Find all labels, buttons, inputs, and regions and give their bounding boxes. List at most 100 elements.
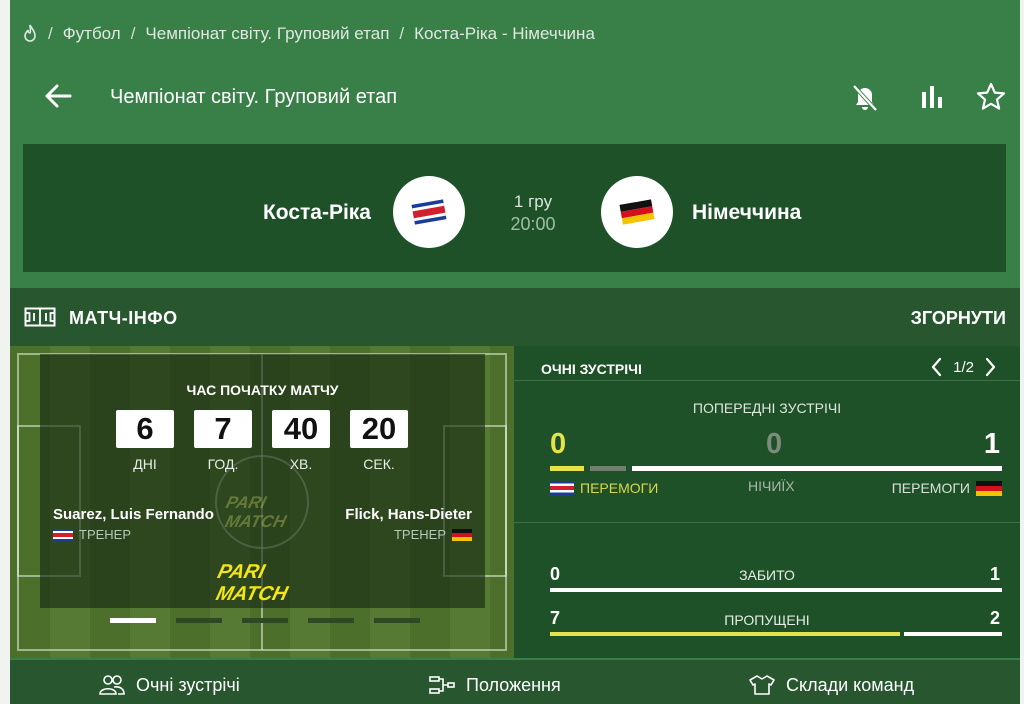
home-team-name[interactable]: Коста-Ріка — [263, 201, 371, 225]
home-coach-role: ТРЕНЕР — [53, 527, 131, 542]
conceded-label: ПРОПУЩЕНІ — [724, 612, 810, 628]
costa-rica-flag-icon — [53, 528, 73, 541]
away-wins-bar — [632, 466, 1002, 471]
parimatch-logo: PARI MATCH — [214, 561, 290, 604]
costa-rica-flag-icon — [411, 199, 447, 225]
countdown-overlay: ЧАС ПОЧАТКУ МАТЧУ 6 7 40 20 ДНІ ГОД. ХВ.… — [40, 354, 485, 608]
home-wins-caption: ПЕРЕМОГИ — [550, 480, 658, 496]
home-team-badge[interactable] — [393, 176, 465, 248]
hours-label: ГОД. — [207, 456, 239, 472]
carousel-indicators — [110, 618, 420, 623]
home-wins-count: 0 — [550, 428, 567, 460]
countdown-title: ЧАС ПОЧАТКУ МАТЧУ — [186, 382, 339, 398]
countdown-days: 6 — [116, 410, 174, 448]
conceded-away-bar — [904, 632, 1002, 636]
logo-text-match: MATCH — [214, 583, 290, 604]
draws-label: НІЧИЇХ — [748, 478, 795, 494]
scored-label: ЗАБИТО — [739, 567, 795, 583]
previous-meetings-title: ПОПЕРЕДНІ ЗУСТРІЧІ — [692, 400, 842, 416]
breadcrumb-separator: / — [130, 24, 136, 43]
head-to-head-panel: ОЧНІ ЗУСТРІЧІ 1/2 ПОПЕРЕДНІ ЗУСТРІЧІ 0 0… — [514, 346, 1020, 658]
carousel-dot[interactable] — [242, 618, 288, 623]
bottom-tabs: Очні зустрічі Положення Склади команд — [10, 660, 1020, 704]
tab-head-to-head-label: Очні зустрічі — [136, 674, 240, 695]
days-label: ДНІ — [133, 456, 157, 472]
away-coach-role-label: ТРЕНЕР — [393, 527, 446, 542]
conceded-home: 7 — [550, 608, 561, 628]
match-info-bar: МАТЧ-ІНФО ЗГОРНУТИ — [10, 288, 1020, 346]
minutes-label: ХВ. — [289, 456, 313, 472]
home-wins-label: ПЕРЕМОГИ — [580, 480, 659, 496]
carousel-dot[interactable] — [176, 618, 222, 623]
people-icon — [99, 675, 125, 695]
tab-head-to-head[interactable]: Очні зустрічі — [98, 674, 240, 696]
home-wins-bar — [550, 466, 584, 471]
chevron-left-icon[interactable] — [929, 356, 945, 378]
divider — [514, 522, 1020, 523]
match-round: 1 гру — [513, 192, 553, 211]
bar-chart-icon[interactable] — [916, 80, 950, 114]
svg-text:PARI: PARI — [224, 492, 269, 512]
page-title: Чемпіонат світу. Груповий етап — [110, 86, 398, 108]
breadcrumb-separator: / — [48, 24, 53, 43]
away-coach-name: Flick, Hans-Dieter — [345, 506, 472, 523]
pitch-panel: ЧАС ПОЧАТКУ МАТЧУ 6 7 40 20 ДНІ ГОД. ХВ.… — [10, 346, 514, 658]
chevron-right-icon[interactable] — [982, 356, 998, 378]
draws-count: 0 — [766, 428, 783, 460]
tab-standings-label: Положення — [466, 674, 561, 695]
tab-lineups[interactable]: Склади команд — [748, 674, 914, 696]
shirt-icon — [749, 675, 775, 695]
h2h-pager: 1/2 — [929, 356, 998, 378]
home-coach-name: Suarez, Luis Fernando — [53, 506, 214, 523]
star-icon[interactable] — [974, 80, 1008, 114]
bracket-icon — [429, 676, 455, 694]
germany-flag-icon — [619, 199, 655, 225]
away-wins-count: 1 — [983, 428, 1000, 460]
scored-bar — [550, 588, 1002, 592]
collapse-button[interactable]: ЗГОРНУТИ — [911, 308, 1006, 329]
fire-icon[interactable] — [22, 24, 38, 44]
h2h-page-indicator: 1/2 — [953, 358, 974, 376]
carousel-dot[interactable] — [374, 618, 420, 623]
breadcrumb-football[interactable]: Футбол — [63, 24, 121, 44]
away-wins-caption: ПЕРЕМОГИ — [892, 480, 1002, 496]
scored-away: 1 — [989, 564, 1000, 584]
breadcrumb-world-cup[interactable]: Чемпіонат світу. Груповий етап — [145, 24, 389, 44]
field-icon — [24, 307, 56, 327]
scored-home: 0 — [550, 564, 561, 584]
h2h-title: ОЧНІ ЗУСТРІЧІ — [541, 361, 642, 377]
breadcrumb: / Футбол / Чемпіонат світу. Груповий ета… — [22, 22, 595, 46]
costa-rica-flag-icon — [550, 481, 574, 495]
tab-lineups-label: Склади команд — [786, 674, 915, 695]
away-team-badge[interactable] — [601, 176, 673, 248]
match-card: Коста-Ріка 1 гру 20:00 Німеччина — [23, 144, 1006, 272]
header-bar: Чемпіонат світу. Груповий етап — [10, 70, 1020, 122]
germany-flag-icon — [976, 480, 1002, 496]
tab-standings[interactable]: Положення — [428, 674, 561, 696]
countdown-seconds: 20 — [350, 410, 408, 448]
parimatch-watermark-logo: PARI MATCH — [223, 492, 289, 531]
home-coach-role-label: ТРЕНЕР — [79, 527, 132, 542]
away-team-name[interactable]: Німеччина — [692, 201, 801, 225]
seconds-label: СЕК. — [363, 456, 395, 472]
match-info-label: МАТЧ-ІНФО — [69, 308, 178, 328]
draws-caption: НІЧИЇХ — [748, 478, 795, 494]
match-time: 20:00 — [510, 214, 556, 234]
carousel-dot[interactable] — [110, 618, 156, 623]
draws-bar — [590, 466, 626, 471]
bell-off-icon[interactable] — [848, 80, 882, 114]
away-coach-role: ТРЕНЕР — [394, 527, 472, 542]
countdown-minutes: 40 — [272, 410, 330, 448]
germany-flag-icon — [452, 528, 472, 541]
app-window: / Футбол / Чемпіонат світу. Груповий ета… — [10, 0, 1020, 704]
divider — [514, 380, 1020, 381]
arrow-left-icon[interactable] — [40, 80, 76, 112]
conceded-away: 2 — [989, 608, 1000, 628]
carousel-dot[interactable] — [308, 618, 354, 623]
breadcrumb-match[interactable]: Коста-Ріка - Німеччина — [414, 24, 595, 44]
breadcrumb-separator: / — [399, 24, 405, 43]
countdown-hours: 7 — [194, 410, 252, 448]
conceded-home-bar — [550, 632, 900, 636]
logo-text-pari: PARI — [215, 561, 267, 583]
svg-text:MATCH: MATCH — [223, 511, 289, 531]
